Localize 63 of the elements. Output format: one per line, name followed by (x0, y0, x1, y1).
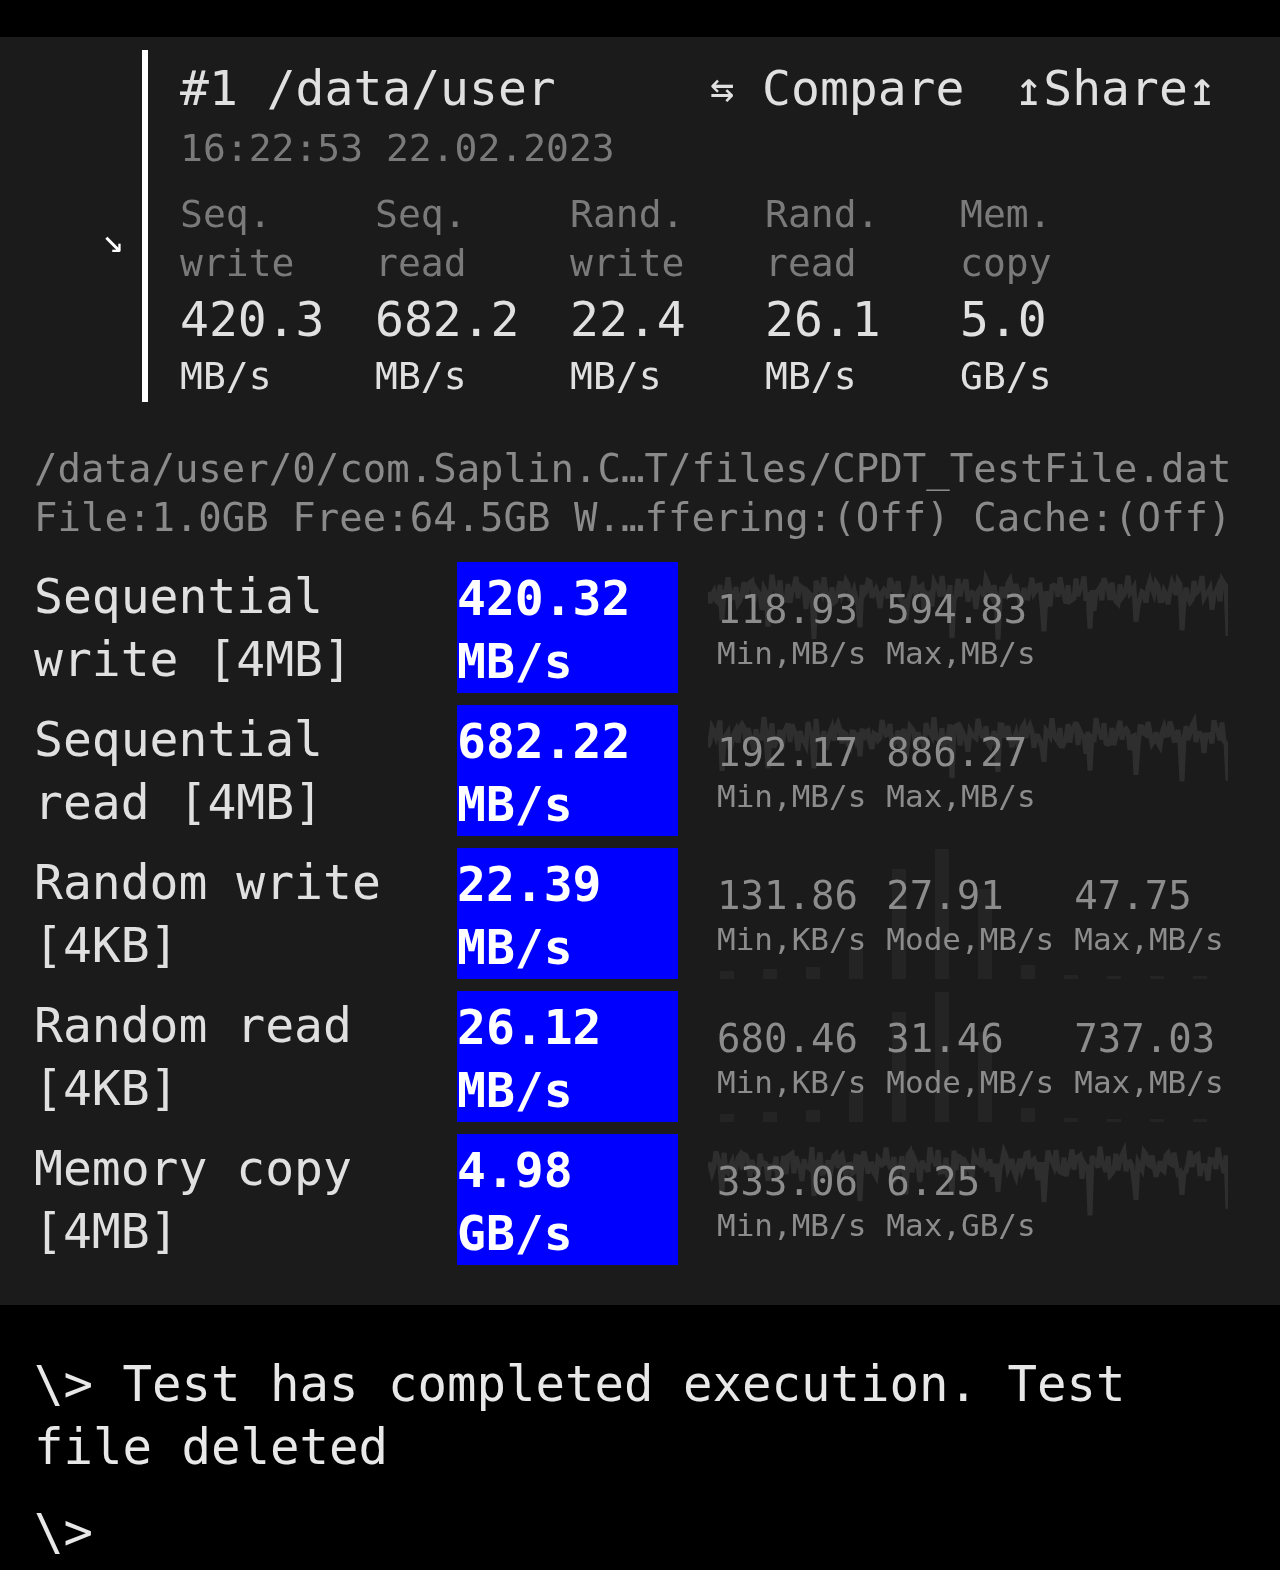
summary-label: Rand. read (765, 191, 881, 287)
swap-icon: ⇆ (710, 68, 735, 108)
summary-value: 682.2 (375, 290, 520, 348)
share-button[interactable]: ↥Share↥ (1014, 64, 1217, 112)
stat-label: Mode,MB/s (886, 1063, 1055, 1102)
stat-label: Max,MB/s (1074, 1063, 1224, 1102)
result-value: 420.32 (457, 569, 631, 628)
result-value: 22.39 (457, 855, 602, 914)
summary-value: 22.4 (570, 290, 686, 348)
stat-value: 27.91 (886, 874, 1004, 918)
terminal-line: \> Test has completed execution. Test file deleted (34, 1355, 1127, 1478)
stat-value: 118.93 (717, 588, 858, 632)
stat-value: 31.46 (886, 1017, 1004, 1061)
result-unit: MB/s (457, 632, 573, 691)
result-title: #1 /data/user (180, 64, 557, 112)
stat-value: 333.06 (717, 1160, 858, 1204)
test-label: Random write [4KB] (34, 853, 382, 975)
result-unit: MB/s (457, 775, 573, 834)
stat-label: Min,KB/s (717, 920, 867, 959)
summary-unit: MB/s (765, 353, 857, 400)
stat-label: Min,MB/s (717, 1206, 867, 1245)
stat-value: 737.03 (1074, 1017, 1216, 1061)
summary-label: Seq. write (180, 191, 296, 287)
summary-unit: MB/s (180, 353, 272, 400)
file-info: File:1.0GB Free:64.5GB W.…ffering:(Off) Cache:(Off) (34, 494, 1233, 542)
test-label: Sequential write [4MB] (34, 567, 353, 689)
summary-value: 420.3 (180, 290, 325, 348)
stat-value: 594.83 (886, 588, 1028, 632)
file-path: /data/user/0/com.Saplin.C…T/files/CPDT_TestFile.dat (34, 445, 1233, 493)
result-value: 4.98 (457, 1141, 573, 1200)
summary-value: 26.1 (765, 290, 881, 348)
stat-label: Max,MB/s (1074, 920, 1224, 959)
test-label: Sequential read [4MB] (34, 710, 324, 832)
result-unit: GB/s (457, 1204, 573, 1263)
result-unit: MB/s (457, 918, 573, 977)
stat-label: Min,MB/s (717, 777, 867, 816)
stat-value: 192.17 (717, 731, 858, 775)
stat-value: 6.25 (886, 1160, 981, 1204)
result-unit: MB/s (457, 1061, 573, 1120)
stat-label: Max,MB/s (886, 777, 1036, 816)
summary-unit: GB/s (960, 353, 1052, 400)
summary-value: 5.0 (960, 290, 1047, 348)
summary-unit: MB/s (375, 353, 467, 400)
stat-label: Min,KB/s (717, 1063, 867, 1102)
stat-value: 886.27 (886, 731, 1028, 775)
stat-label: Max,GB/s (886, 1206, 1036, 1245)
timestamp: 16:22:53 22.02.2023 (180, 126, 615, 170)
result-value: 682.22 (457, 712, 631, 771)
test-label: Memory copy [4MB] (34, 1139, 353, 1261)
summary-label: Seq. read (375, 191, 468, 287)
test-label: Random read [4KB] (34, 996, 353, 1118)
result-value: 26.12 (457, 998, 602, 1057)
stat-label: Max,MB/s (886, 634, 1036, 673)
stat-label: Min,MB/s (717, 634, 867, 673)
stat-value: 131.86 (717, 874, 858, 918)
stat-value: 680.46 (717, 1017, 858, 1061)
summary-unit: MB/s (570, 353, 662, 400)
expand-arrow[interactable]: ↘ (102, 222, 124, 258)
summary-label: Rand. write (570, 191, 686, 287)
terminal-line: \> (34, 1503, 94, 1563)
stat-value: 47.75 (1074, 874, 1192, 918)
summary-label: Mem. copy (960, 191, 1053, 287)
stat-label: Mode,MB/s (886, 920, 1055, 959)
